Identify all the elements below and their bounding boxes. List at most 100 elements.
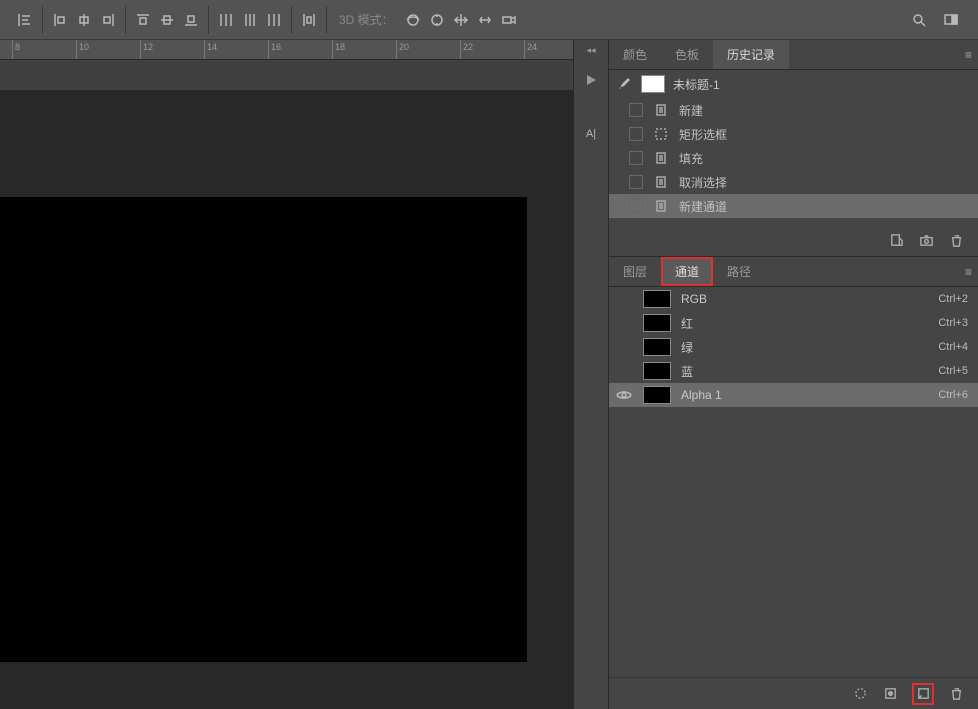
align-bottom-icon[interactable]	[180, 9, 202, 31]
tab-channels[interactable]: 通道	[661, 257, 713, 286]
ruler-tick: 16	[268, 40, 281, 59]
channel-item[interactable]: 红Ctrl+3	[609, 311, 978, 335]
search-icon[interactable]	[908, 9, 930, 31]
channel-name: RGB	[681, 292, 928, 306]
history-item-label: 新建	[679, 102, 703, 119]
snapshot-camera-icon[interactable]	[918, 232, 934, 248]
channel-item[interactable]: 蓝Ctrl+5	[609, 359, 978, 383]
align-edges-left-icon[interactable]	[49, 9, 71, 31]
history-checkbox[interactable]	[629, 103, 643, 117]
new-channel-highlight	[912, 683, 934, 705]
distribute-right-icon[interactable]	[263, 9, 285, 31]
slide-icon[interactable]	[474, 9, 496, 31]
orbit-icon[interactable]	[402, 9, 424, 31]
channel-item[interactable]: 绿 Ctrl+4	[609, 335, 978, 359]
save-selection-icon[interactable]	[882, 686, 898, 702]
visibility-eye-icon[interactable]	[615, 314, 633, 332]
channel-name: 红	[681, 315, 928, 332]
history-item-label: 新建通道	[679, 198, 727, 215]
document-thumbnail	[641, 75, 665, 93]
visibility-eye-icon[interactable]	[615, 338, 633, 356]
visibility-eye-icon[interactable]	[615, 362, 633, 380]
collapsed-label[interactable]: A|	[586, 128, 596, 140]
channel-thumbnail	[643, 314, 671, 332]
collapsed-panel-strip: ◂◂ A|	[573, 40, 608, 709]
ruler-tick: 24	[524, 40, 537, 59]
document-title: 未标题-1	[673, 76, 720, 93]
distribute-left-icon[interactable]	[215, 9, 237, 31]
history-item-label: 取消选择	[679, 174, 727, 191]
ruler-tick: 20	[396, 40, 409, 59]
options-toolbar: 3D 模式：	[0, 0, 978, 40]
channel-item[interactable]: RGB Ctrl+2	[609, 287, 978, 311]
play-icon[interactable]	[579, 68, 603, 92]
new-channel-icon[interactable]	[915, 686, 931, 702]
history-checkbox[interactable]	[629, 151, 643, 165]
document-canvas[interactable]	[0, 197, 527, 662]
history-item-label: 填充	[679, 150, 703, 167]
tab-swatches[interactable]: 色板	[661, 40, 713, 69]
camera-icon[interactable]	[498, 9, 520, 31]
tab-layers[interactable]: 图层	[609, 257, 661, 286]
screen-mode-icon[interactable]	[940, 9, 962, 31]
channel-shortcut: Ctrl+4	[938, 341, 968, 353]
align-middle-v-icon[interactable]	[156, 9, 178, 31]
history-document-row[interactable]: 未标题-1	[609, 70, 978, 98]
document-icon	[653, 102, 669, 118]
create-document-icon[interactable]	[888, 232, 904, 248]
brush-icon	[617, 76, 633, 92]
tab-paths[interactable]: 路径	[713, 257, 765, 286]
marquee-icon	[653, 126, 669, 142]
tab-color[interactable]: 颜色	[609, 40, 661, 69]
distribute-center-icon[interactable]	[239, 9, 261, 31]
document-icon	[653, 198, 669, 214]
panel-menu-icon[interactable]: ≡	[965, 48, 972, 62]
history-item[interactable]: 取消选择	[609, 170, 978, 194]
align-center-h-icon[interactable]	[73, 9, 95, 31]
canvas-area[interactable]: 8101214161820222426	[0, 40, 573, 709]
channel-shortcut: Ctrl+2	[938, 293, 968, 305]
history-item[interactable]: 新建通道	[609, 194, 978, 218]
history-list: 新建矩形选框填充取消选择新建通道	[609, 98, 978, 218]
channel-shortcut: Ctrl+6	[938, 389, 968, 401]
load-selection-icon[interactable]	[852, 686, 868, 702]
align-left-icon[interactable]	[14, 9, 36, 31]
channel-thumbnail	[643, 338, 671, 356]
roll-icon[interactable]	[426, 9, 448, 31]
panel-menu-icon[interactable]: ≡	[965, 265, 972, 279]
ruler-tick: 14	[204, 40, 217, 59]
history-checkbox[interactable]	[629, 175, 643, 189]
history-item[interactable]: 矩形选框	[609, 122, 978, 146]
history-checkbox[interactable]	[629, 127, 643, 141]
document-icon	[653, 174, 669, 190]
distribute-spacing-icon[interactable]	[298, 9, 320, 31]
ruler-tick: 10	[76, 40, 89, 59]
pan-icon[interactable]	[450, 9, 472, 31]
ruler-tick: 18	[332, 40, 345, 59]
ruler-tick: 8	[12, 40, 20, 59]
channel-item[interactable]: Alpha 1 Ctrl+6	[609, 383, 978, 407]
channel-name: 绿	[681, 339, 928, 356]
channel-thumbnail	[643, 362, 671, 380]
channel-shortcut: Ctrl+5	[938, 365, 968, 377]
horizontal-ruler: 8101214161820222426	[0, 40, 573, 60]
tab-history[interactable]: 历史记录	[713, 40, 789, 69]
history-item[interactable]: 填充	[609, 146, 978, 170]
channel-name: Alpha 1	[681, 388, 928, 402]
align-top-icon[interactable]	[132, 9, 154, 31]
visibility-eye-icon[interactable]	[615, 290, 633, 308]
expand-handle-icon[interactable]: ◂◂	[577, 44, 605, 56]
channels-tabs: 图层 通道 路径 ≡	[609, 257, 978, 287]
trash-icon[interactable]	[948, 686, 964, 702]
history-item[interactable]: 新建	[609, 98, 978, 122]
trash-icon[interactable]	[948, 232, 964, 248]
align-edges-right-icon[interactable]	[97, 9, 119, 31]
history-tabs: 颜色 色板 历史记录 ≡	[609, 40, 978, 70]
history-item-label: 矩形选框	[679, 126, 727, 143]
history-checkbox[interactable]	[629, 199, 643, 213]
visibility-eye-icon[interactable]	[615, 386, 633, 404]
channel-thumbnail	[643, 290, 671, 308]
channel-thumbnail	[643, 386, 671, 404]
channel-list: RGB Ctrl+2 红Ctrl+3 绿 Ctrl+4 蓝Ctrl+5 Alpha 1 Ctr…	[609, 287, 978, 407]
ruler-tick: 22	[460, 40, 473, 59]
